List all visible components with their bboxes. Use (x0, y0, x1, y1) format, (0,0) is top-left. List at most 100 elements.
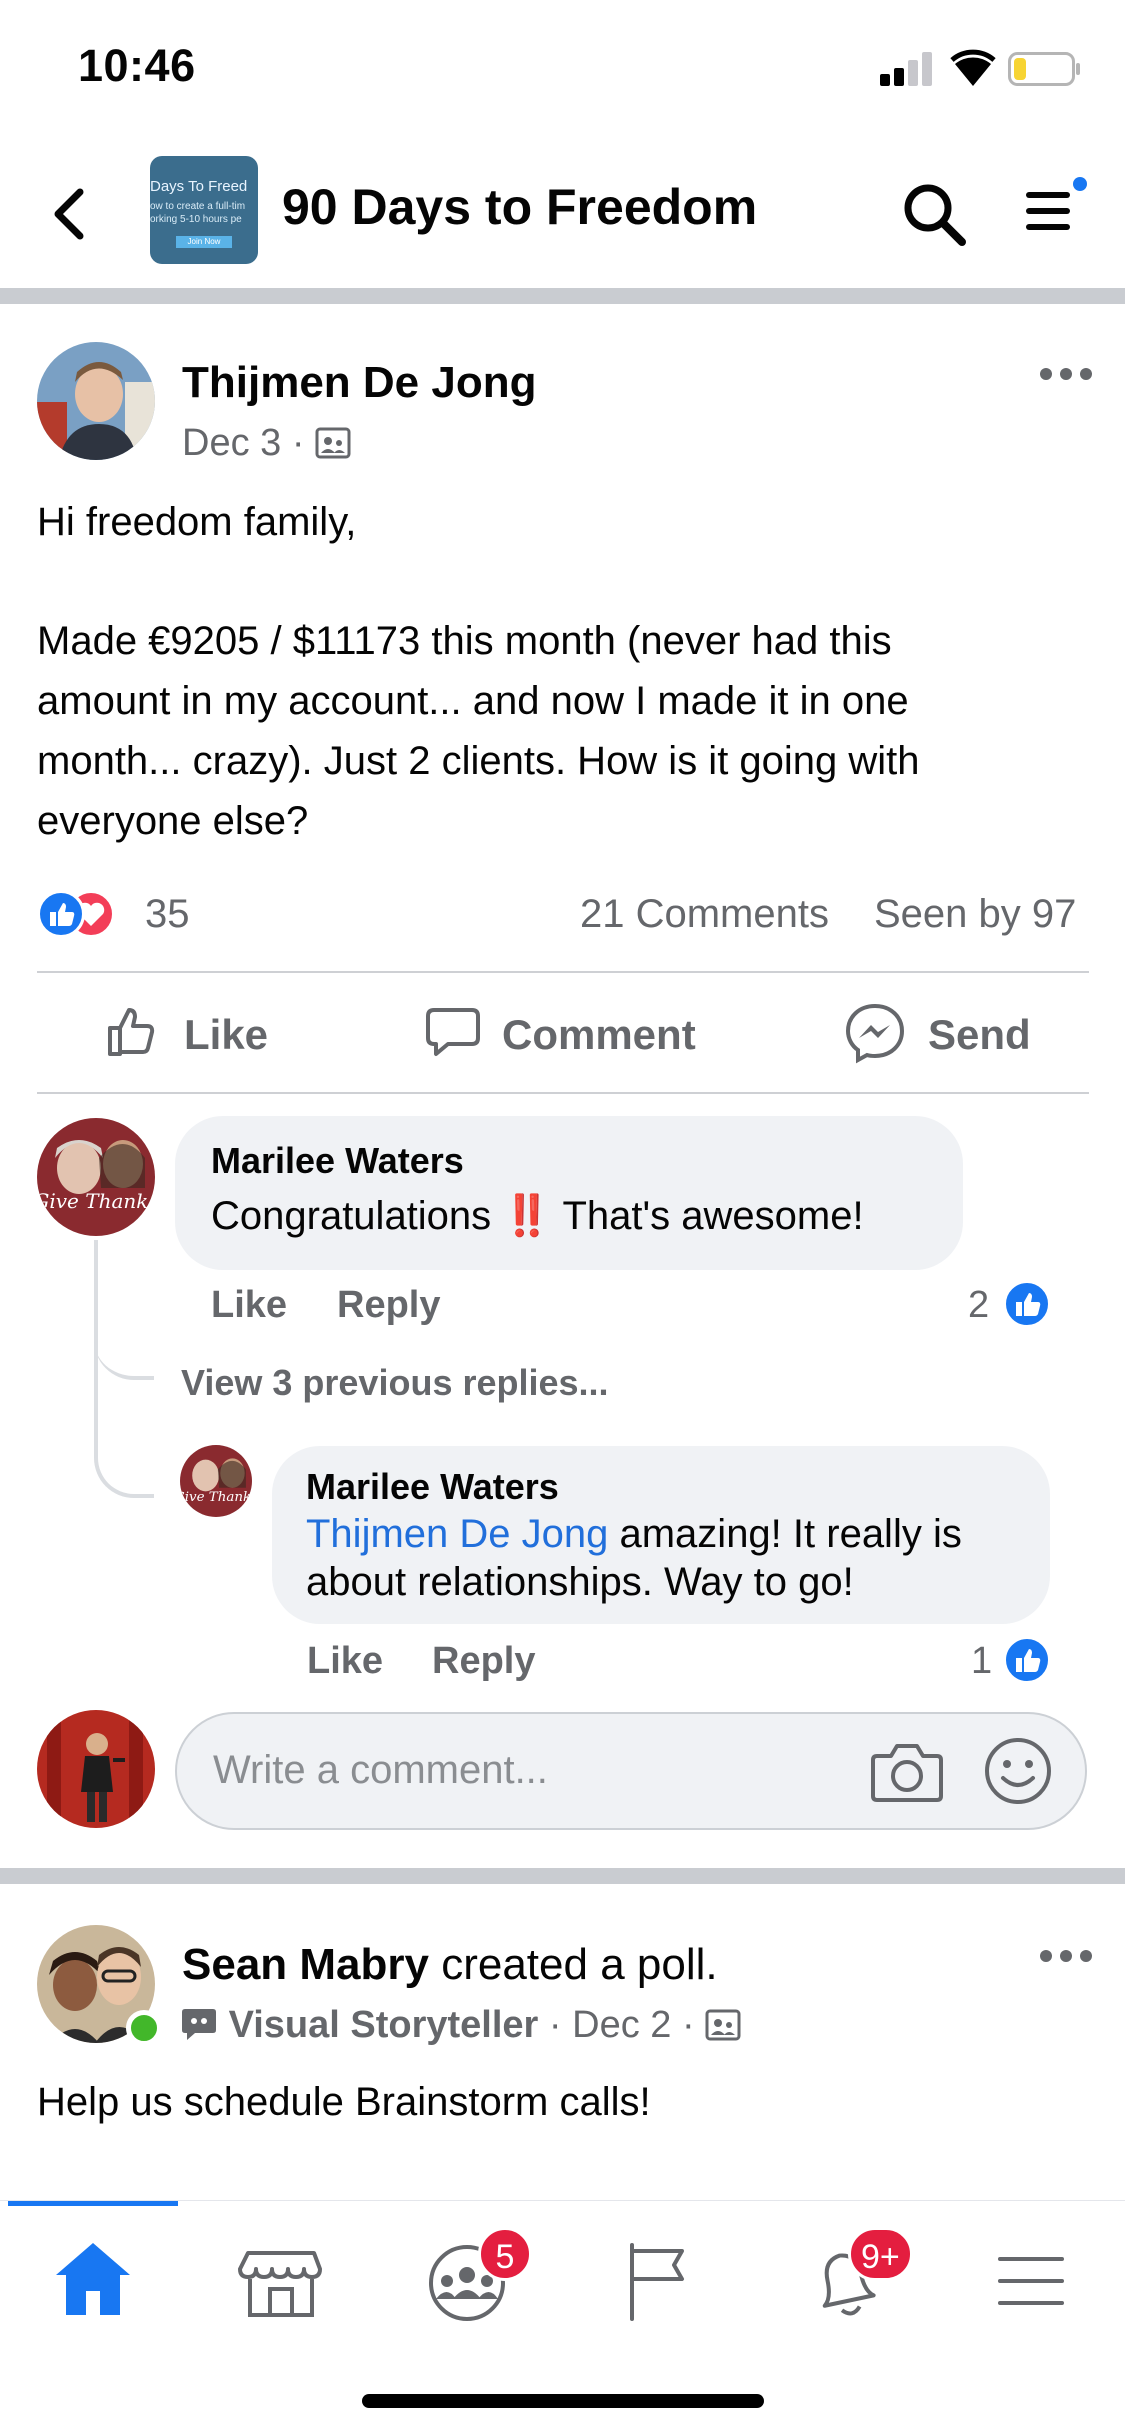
like-button[interactable]: Like (100, 980, 300, 1090)
notifications-badge: 9+ (848, 2227, 913, 2281)
post-date[interactable]: Dec 3 (182, 422, 281, 464)
thumb-title: Days To Freed (150, 178, 248, 195)
group-cover-thumbnail[interactable]: Days To Freed ow to create a full-tim or… (150, 156, 258, 264)
wifi-icon (950, 49, 996, 86)
group-title[interactable]: 90 Days to Freedom (282, 178, 757, 236)
status-bar: 10:46 (0, 0, 1125, 135)
reaction-count[interactable]: 35 (145, 892, 190, 937)
group-audience-icon (705, 2009, 741, 2041)
meta-separator: · (548, 2004, 562, 2046)
groups-badge: 5 (478, 2227, 532, 2281)
comment-input[interactable]: Write a comment... (213, 1748, 548, 1793)
next-post-more-options-icon[interactable] (1040, 1946, 1096, 1966)
emoji-icon[interactable] (983, 1736, 1053, 1806)
tab-notifications[interactable]: 9+ (790, 2227, 913, 2331)
section-divider (0, 1868, 1125, 1884)
seen-by-count[interactable]: Seen by 97 (874, 892, 1076, 937)
reply-like-count[interactable]: 1 (971, 1640, 992, 1683)
chat-bubble-icon (182, 2009, 216, 2040)
post-stats: 35 21 Comments Seen by 97 (37, 884, 1087, 944)
tab-marketplace[interactable] (226, 2231, 336, 2331)
search-icon[interactable] (900, 180, 968, 248)
avatar-give-thanks-text: Give Thanks (37, 1189, 155, 1213)
like-label: Like (184, 1011, 269, 1058)
comment-bubble[interactable]: Marilee Waters Congratulations ‼️ That's… (175, 1116, 963, 1270)
meta-separator: · (291, 422, 305, 464)
like-badge-icon (1003, 1636, 1051, 1684)
post-body-line: month... crazy). Just 2 clients. How is … (37, 739, 920, 783)
reply-avatar[interactable]: Give Thanks (180, 1445, 252, 1517)
menu-icon[interactable] (1024, 176, 1090, 246)
post-meta: Dec 3 · (182, 422, 351, 465)
tab-groups[interactable]: 5 (412, 2227, 532, 2331)
next-post-author-name[interactable]: Sean Mabry (182, 1940, 429, 1989)
thumb-join-button: Join Now (176, 236, 232, 248)
next-post-action-text: created a poll. (428, 1940, 718, 1989)
post-body: Made €9205 / $11173 this month (never ha… (37, 611, 920, 851)
flag-icon (630, 2243, 684, 2321)
status-time: 10:46 (78, 40, 196, 91)
thumb-subtitle-line: ow to create a full-tim (150, 201, 246, 212)
battery-icon (1008, 52, 1080, 86)
send-button[interactable]: Send (844, 980, 1084, 1090)
divider (37, 1092, 1089, 1094)
home-indicator[interactable] (362, 2394, 764, 2408)
comment-reply-button[interactable]: Reply (337, 1284, 440, 1327)
post-author-name[interactable]: Thijmen De Jong (182, 358, 536, 408)
online-status-indicator (126, 2010, 162, 2046)
thumb-subtitle: ow to create a full-tim orking 5-10 hour… (150, 200, 258, 226)
cellular-signal-icon (880, 52, 934, 86)
next-post-headline: Sean Mabry created a poll. (182, 1940, 718, 1990)
current-user-avatar (37, 1710, 155, 1828)
group-audience-icon (315, 427, 351, 459)
reply-author-name[interactable]: Marilee Waters (306, 1466, 559, 1508)
hamburger-menu-icon (998, 2257, 1064, 2305)
section-divider (0, 288, 1125, 304)
commenter-name[interactable]: Marilee Waters (211, 1140, 464, 1182)
divider (37, 971, 1089, 973)
reply-text-part: amazing! It really is (608, 1512, 962, 1556)
next-post-text: Help us schedule Brainstorm calls! (37, 2080, 651, 2124)
next-post-date[interactable]: Dec 2 (572, 2004, 671, 2046)
camera-icon[interactable] (871, 1738, 943, 1804)
commenter-avatar[interactable]: Give Thanks (37, 1118, 155, 1236)
tab-home[interactable] (38, 2231, 148, 2331)
group-header: Days To Freed ow to create a full-tim or… (0, 140, 1125, 288)
like-outline-icon (108, 1008, 155, 1056)
comment-like-count[interactable]: 2 (968, 1284, 989, 1327)
marketplace-icon (238, 2251, 322, 2317)
tab-menu[interactable] (976, 2231, 1086, 2331)
comment-like-button[interactable]: Like (211, 1284, 287, 1327)
post-body-line: amount in my account... and now I made i… (37, 679, 909, 723)
post-actions: Like Comment Send (0, 980, 1125, 1090)
comment-composer[interactable]: Write a comment... (175, 1712, 1087, 1830)
like-badge-icon (1003, 1280, 1051, 1328)
double-exclamation-emoji: ‼️ (502, 1194, 553, 1238)
avatar-give-thanks-text: Give Thanks (180, 1490, 252, 1505)
tab-pages[interactable] (602, 2231, 712, 2331)
post-greeting: Hi freedom family, (37, 500, 357, 544)
send-label: Send (928, 1011, 1031, 1058)
home-icon (56, 2243, 130, 2315)
comments-count[interactable]: 21 Comments (580, 892, 829, 937)
comment-text-part: That's awesome! (552, 1194, 864, 1238)
mention-link[interactable]: Thijmen De Jong (306, 1512, 608, 1556)
reply-text-line: about relationships. Way to go! (306, 1560, 854, 1604)
reply-bubble[interactable]: Marilee Waters Thijmen De Jong amazing! … (272, 1446, 1050, 1624)
post-more-options-icon[interactable] (1040, 364, 1096, 384)
post-body-line: Made €9205 / $11173 this month (never ha… (37, 619, 892, 663)
comment-button[interactable]: Comment (422, 980, 722, 1090)
reply-reply-button[interactable]: Reply (432, 1640, 535, 1683)
author-avatar[interactable] (37, 342, 155, 460)
view-previous-replies[interactable]: View 3 previous replies... (181, 1362, 609, 1404)
thumb-subtitle-line: orking 5-10 hours pe (150, 214, 242, 225)
comment-label: Comment (502, 1011, 696, 1058)
back-arrow-icon[interactable] (46, 184, 96, 244)
messenger-icon (845, 1003, 905, 1064)
post-body-line: everyone else? (37, 799, 309, 843)
comment-text: Congratulations ‼️ That's awesome! (211, 1192, 864, 1240)
next-post-group[interactable]: Visual Storyteller (229, 2004, 539, 2046)
meta-separator: · (681, 2004, 695, 2046)
reply-like-button[interactable]: Like (307, 1640, 383, 1683)
like-reaction-icon[interactable] (37, 890, 85, 938)
